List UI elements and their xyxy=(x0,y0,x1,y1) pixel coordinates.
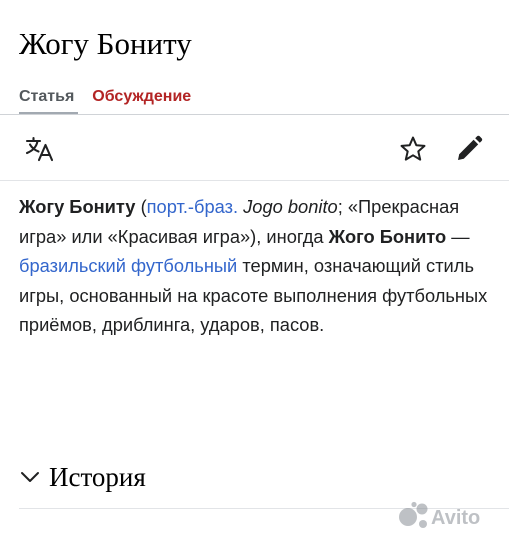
section-history-header[interactable]: История xyxy=(19,458,146,496)
svg-text:Avito: Avito xyxy=(431,507,480,529)
tab-talk[interactable]: Обсуждение xyxy=(92,86,191,110)
text-fragment: — xyxy=(446,225,470,247)
star-icon[interactable] xyxy=(399,135,427,163)
article-term: Жогу Бониту xyxy=(19,196,136,217)
tab-article[interactable]: Статья xyxy=(19,86,74,110)
link-brazilian[interactable]: бразильский xyxy=(19,255,126,276)
chevron-down-icon xyxy=(21,472,39,482)
pencil-icon[interactable] xyxy=(455,135,483,163)
text-fragment: ( xyxy=(135,196,147,217)
page-tabs: Статья Обсуждение xyxy=(19,86,191,110)
alt-term: Жого Бонито xyxy=(328,225,447,247)
page-title: Жогу Бониту xyxy=(19,26,192,61)
article-intro: Жогу Бониту (порт.-браз. Jogo bonito; «П… xyxy=(19,192,499,340)
tabs-divider xyxy=(0,114,509,115)
foreign-term: Jogo bonito xyxy=(243,196,338,217)
toolbar-divider xyxy=(0,180,509,181)
article-page: Жогу Бониту Статья Обсуждение Жогу Бонит… xyxy=(0,0,509,540)
section-title: История xyxy=(49,462,146,492)
language-icon[interactable] xyxy=(25,136,55,162)
link-football[interactable]: футбольный xyxy=(131,255,237,276)
avito-watermark-logo: Avito xyxy=(399,501,480,529)
link-portuguese-brazilian[interactable]: порт.-браз. xyxy=(147,196,238,217)
